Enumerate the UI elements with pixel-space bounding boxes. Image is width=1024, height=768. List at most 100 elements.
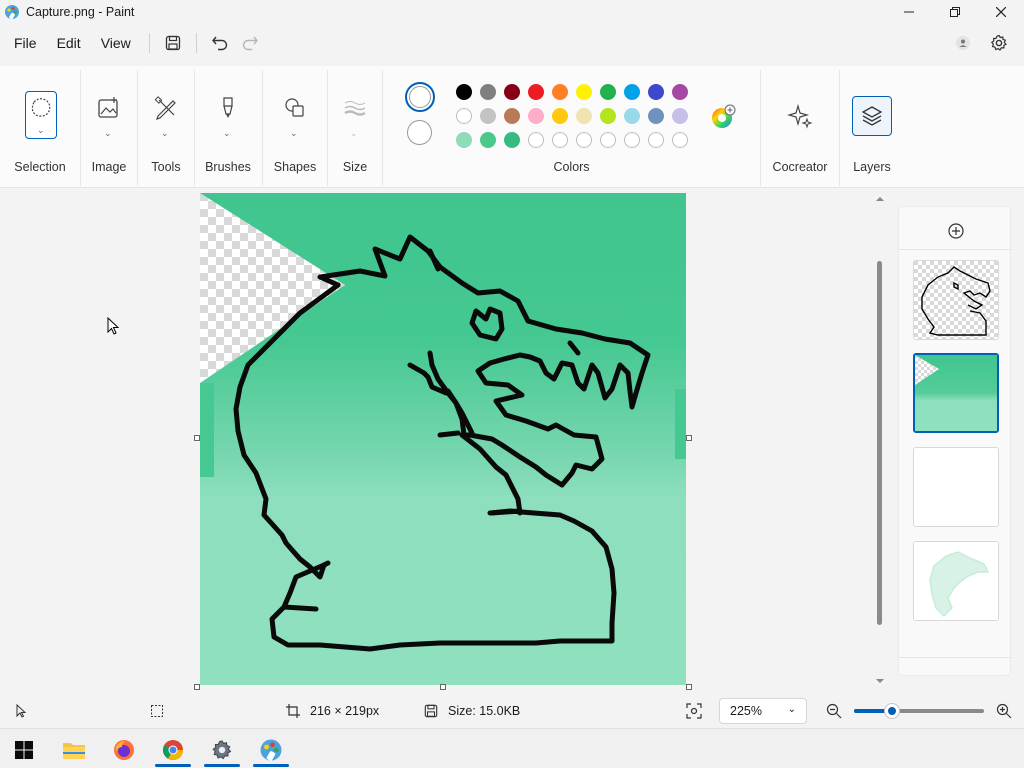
tools-group[interactable]: ⌄ Tools bbox=[138, 66, 194, 188]
minimize-button[interactable] bbox=[886, 0, 932, 24]
settings-app-button[interactable] bbox=[202, 733, 242, 767]
color-swatch[interactable] bbox=[576, 108, 592, 124]
color-swatch[interactable] bbox=[672, 132, 688, 148]
color-swatch[interactable] bbox=[552, 84, 568, 100]
layer-thumbnail[interactable] bbox=[913, 541, 999, 621]
vertical-scrollbar[interactable] bbox=[875, 195, 885, 685]
maximize-button[interactable] bbox=[932, 0, 978, 24]
zoom-slider-thumb[interactable] bbox=[884, 704, 899, 718]
color-swatch[interactable] bbox=[576, 132, 592, 148]
menu-edit[interactable]: Edit bbox=[47, 29, 91, 57]
resize-handle[interactable] bbox=[194, 435, 200, 441]
color-swatch[interactable] bbox=[624, 132, 640, 148]
zoom-in-button[interactable] bbox=[996, 696, 1012, 726]
color-swatch[interactable] bbox=[600, 108, 616, 124]
image-button[interactable] bbox=[93, 92, 125, 124]
color-swatch[interactable] bbox=[504, 132, 520, 148]
resize-handle[interactable] bbox=[686, 435, 692, 441]
size-button[interactable] bbox=[339, 92, 371, 124]
resize-handle[interactable] bbox=[440, 684, 446, 690]
color-1-button[interactable] bbox=[405, 82, 435, 112]
chrome-button[interactable] bbox=[153, 733, 193, 767]
color-swatch[interactable] bbox=[648, 84, 664, 100]
color-swatch[interactable] bbox=[600, 84, 616, 100]
tools-label: Tools bbox=[151, 160, 181, 174]
chevron-down-icon: ⌄ bbox=[104, 128, 112, 138]
color-swatch[interactable] bbox=[528, 108, 544, 124]
color-swatch[interactable] bbox=[624, 84, 640, 100]
color-swatch[interactable] bbox=[672, 108, 688, 124]
pencil-eraser-icon bbox=[154, 96, 176, 120]
brushes-button[interactable] bbox=[212, 92, 244, 124]
color-swatch[interactable] bbox=[480, 108, 496, 124]
color-swatch[interactable] bbox=[456, 108, 472, 124]
layer-thumbnail[interactable] bbox=[913, 447, 999, 527]
color-swatch[interactable] bbox=[456, 84, 472, 100]
selection-button[interactable]: ⌄ bbox=[25, 91, 57, 139]
color-swatch[interactable] bbox=[648, 108, 664, 124]
paint-app-button[interactable] bbox=[251, 733, 291, 767]
close-button[interactable] bbox=[978, 0, 1024, 24]
drawing-canvas[interactable] bbox=[200, 193, 686, 685]
color-swatch[interactable] bbox=[672, 84, 688, 100]
color-swatch[interactable] bbox=[528, 84, 544, 100]
zoom-out-icon bbox=[826, 703, 842, 719]
color-swatch[interactable] bbox=[552, 132, 568, 148]
color-swatch[interactable] bbox=[504, 108, 520, 124]
canvas-workspace[interactable] bbox=[0, 189, 895, 695]
color-swatch[interactable] bbox=[600, 132, 616, 148]
undo-button[interactable] bbox=[205, 28, 235, 58]
color-swatch[interactable] bbox=[576, 84, 592, 100]
shapes-group[interactable]: ⌄ Shapes bbox=[263, 66, 327, 188]
color-swatch[interactable] bbox=[528, 132, 544, 148]
menu-file[interactable]: File bbox=[4, 29, 47, 57]
menu-view[interactable]: View bbox=[91, 29, 141, 57]
zoom-out-button[interactable] bbox=[826, 696, 842, 726]
scrollbar-thumb[interactable] bbox=[877, 261, 882, 625]
resize-handle[interactable] bbox=[194, 684, 200, 690]
canvas-image[interactable] bbox=[200, 193, 686, 685]
color-swatch[interactable] bbox=[504, 84, 520, 100]
chevron-down-icon: ⌄ bbox=[37, 125, 45, 135]
zoom-value: 225% bbox=[730, 704, 762, 718]
cocreator-button[interactable] bbox=[784, 100, 816, 132]
color-swatch[interactable] bbox=[480, 84, 496, 100]
add-layer-button[interactable] bbox=[899, 217, 1012, 245]
redo-button[interactable] bbox=[235, 28, 265, 58]
shapes-button[interactable] bbox=[279, 92, 311, 124]
color-2-button[interactable] bbox=[407, 120, 432, 145]
color-swatch[interactable] bbox=[480, 132, 496, 148]
chrome-icon bbox=[162, 740, 183, 760]
color-swatch[interactable] bbox=[624, 108, 640, 124]
firefox-button[interactable] bbox=[104, 733, 144, 767]
settings-button[interactable] bbox=[984, 28, 1014, 58]
start-button[interactable] bbox=[4, 733, 44, 767]
image-group[interactable]: ⌄ Image bbox=[81, 66, 137, 188]
fit-to-window-button[interactable] bbox=[686, 696, 702, 726]
color-swatch[interactable] bbox=[552, 108, 568, 124]
resize-handle[interactable] bbox=[686, 684, 692, 690]
color-swatch[interactable] bbox=[648, 132, 664, 148]
running-indicator bbox=[253, 764, 289, 767]
size-label: Size bbox=[342, 160, 368, 174]
layers-button[interactable] bbox=[852, 96, 892, 136]
layer-thumbnail[interactable] bbox=[913, 260, 999, 340]
color-swatch[interactable] bbox=[456, 132, 472, 148]
zoom-dropdown[interactable]: 225% ⌄ bbox=[719, 698, 807, 724]
scroll-down-icon[interactable] bbox=[876, 677, 884, 685]
brushes-group[interactable]: ⌄ Brushes bbox=[195, 66, 261, 188]
save-button[interactable] bbox=[158, 28, 188, 58]
zoom-slider[interactable] bbox=[854, 704, 984, 718]
tools-button[interactable] bbox=[150, 92, 182, 124]
scroll-up-icon[interactable] bbox=[876, 195, 884, 203]
fit-to-window-icon bbox=[686, 703, 702, 719]
cocreator-group[interactable]: Cocreator bbox=[761, 66, 839, 188]
layers-group[interactable]: Layers bbox=[840, 66, 904, 188]
restore-icon bbox=[950, 7, 960, 17]
line-width-icon bbox=[344, 101, 366, 116]
account-button[interactable] bbox=[948, 28, 978, 58]
edit-colors-button[interactable] bbox=[710, 104, 736, 130]
file-explorer-button[interactable] bbox=[54, 733, 94, 767]
size-group[interactable]: ⌄ Size bbox=[328, 66, 382, 188]
layer-thumbnail-active[interactable] bbox=[913, 353, 999, 433]
